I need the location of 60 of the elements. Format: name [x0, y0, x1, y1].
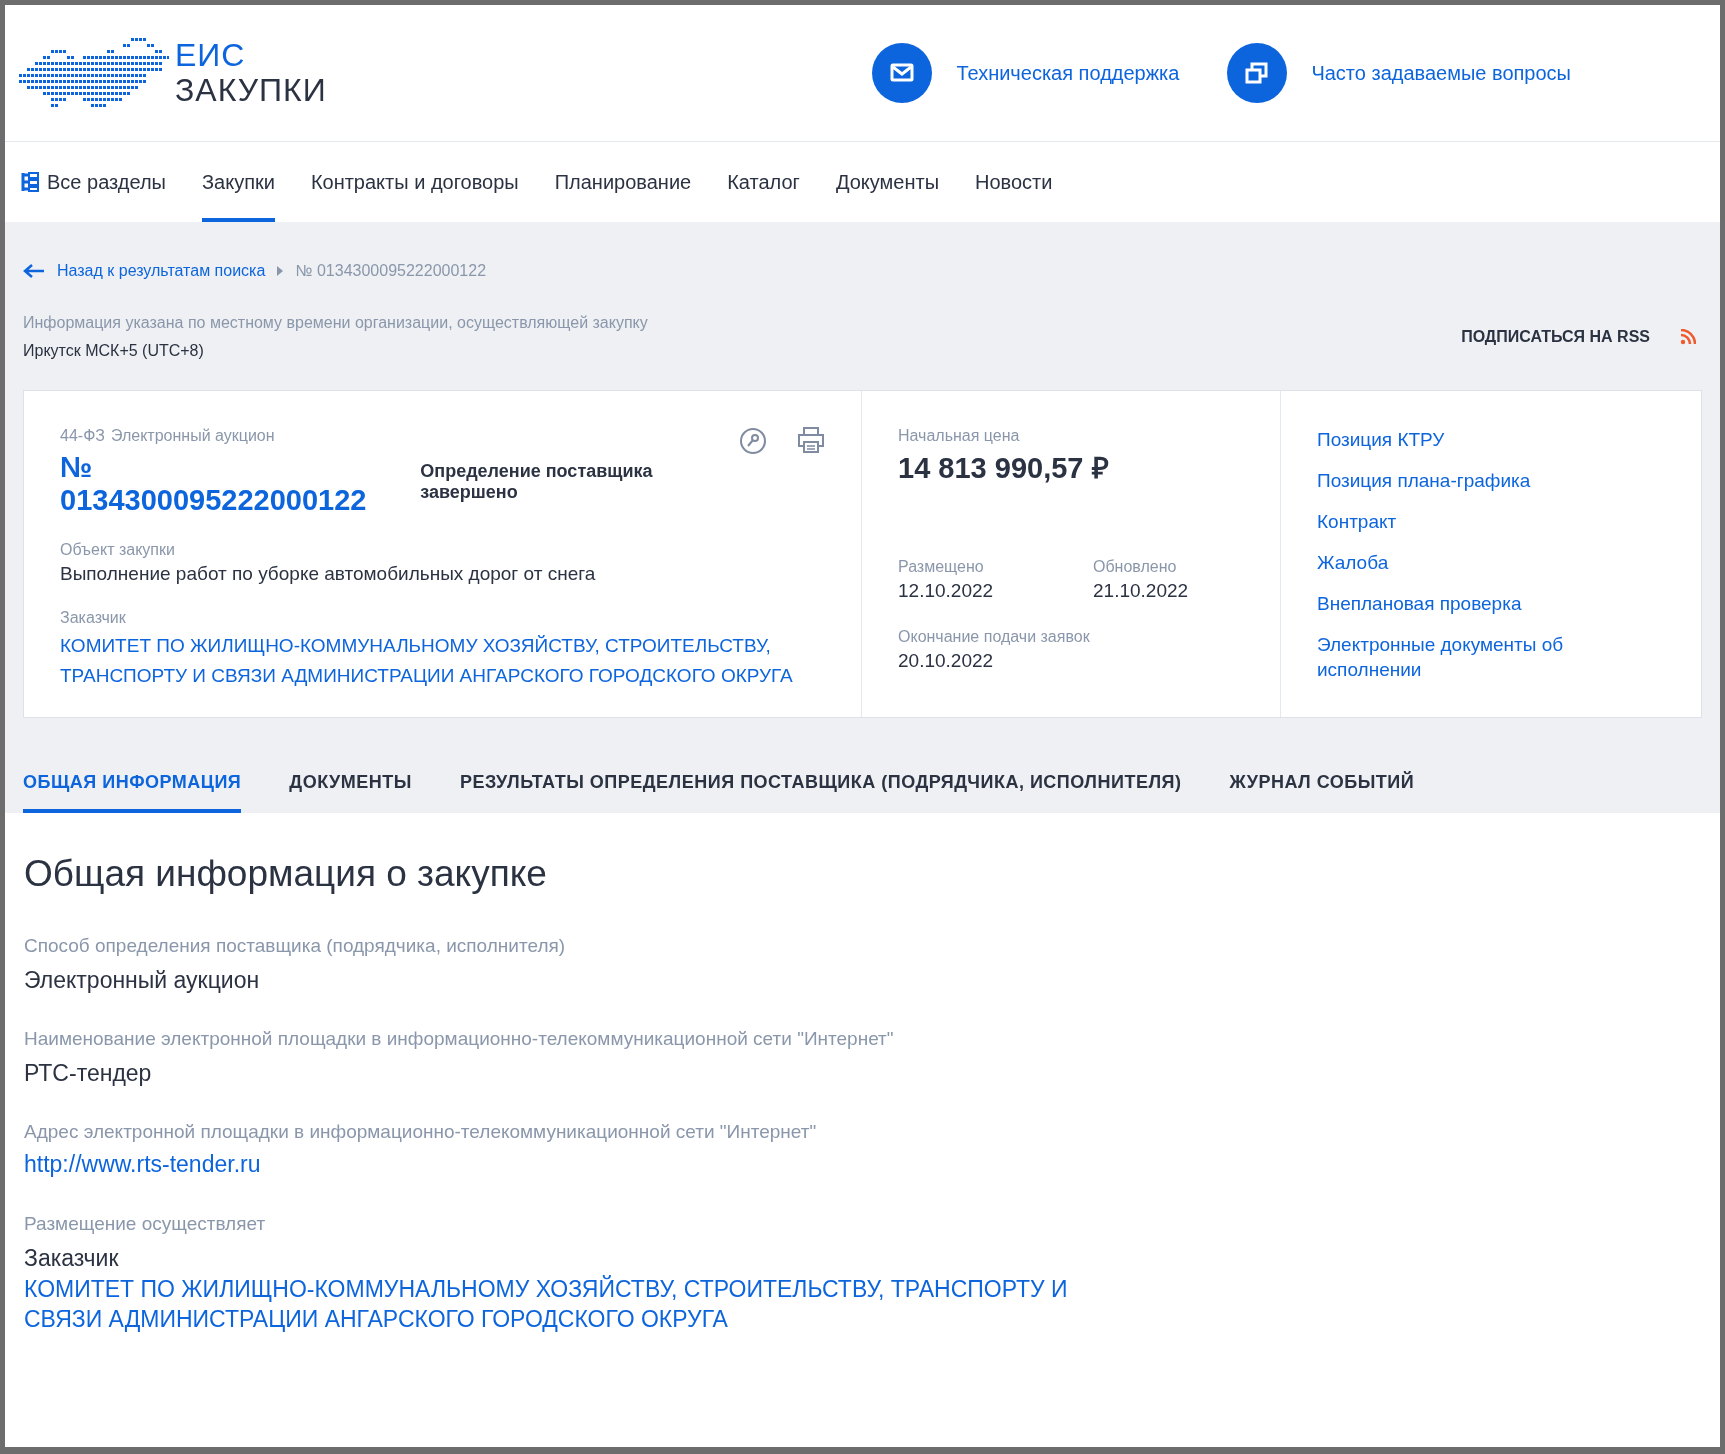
logo-title: ЕИС: [175, 37, 247, 73]
field-label: Адрес электронной площадки в информационно-телекоммуникационной сети "Интернет": [24, 1121, 818, 1143]
date-label: Окончание подачи заявок: [898, 628, 1091, 646]
date-value: 20.10.2022: [898, 650, 995, 672]
section-tab[interactable]: ЖУРНАЛ СОБЫТИЙ: [1229, 754, 1415, 813]
field-label: Заказчик: [60, 609, 127, 627]
date-label: Размещено: [898, 558, 985, 576]
nav-tab[interactable]: Документы: [835, 142, 940, 222]
field-label: Наименование электронной площадки в информационно-телекоммуникационной сети "Интернет": [24, 1028, 895, 1050]
related-link[interactable]: Электронные документы об исполнении: [1317, 632, 1665, 682]
date-value: 12.10.2022: [898, 580, 995, 602]
field-value: РТС-тендер: [24, 1060, 153, 1087]
field-link[interactable]: КОМИТЕТ ПО ЖИЛИЩНО-КОММУНАЛЬНОМУ ХОЗЯЙСТВУ, СТРОИТЕЛЬСТВУ, ТРАНСПОРТУ И СВЯЗИ АДМИНИСТРАЦИИ АНГАРСКОГО ГОРОДСКОГО ОКРУГА: [24, 1274, 1104, 1334]
related-link[interactable]: Позиция плана-графика: [1317, 468, 1665, 493]
windows-icon[interactable]: [1227, 43, 1288, 103]
header-link[interactable]: Часто задаваемые вопросы: [1311, 61, 1571, 85]
related-link[interactable]: Контракт: [1317, 509, 1665, 534]
field-label: Размещение осуществляет: [24, 1213, 267, 1235]
nav-tab[interactable]: Планирование: [554, 142, 692, 222]
timezone-value: Иркутск МСК+5 (UTC+8): [23, 342, 205, 360]
field-value: Электронный аукцион: [24, 967, 261, 994]
field-label: Объект закупки: [60, 541, 176, 559]
rss-icon[interactable]: [1680, 329, 1696, 345]
russia-map-logo-icon: [19, 36, 169, 110]
nav-tab[interactable]: Новости: [975, 142, 1053, 222]
sections-icon: [21, 172, 39, 192]
law-label: 44-ФЗ: [60, 427, 105, 445]
nav-tab[interactable]: Контракты и договоры: [310, 142, 519, 222]
procurement-object: Выполнение работ по уборке автомобильных дорог от снега: [60, 563, 597, 585]
customer-link[interactable]: КОМИТЕТ ПО ЖИЛИЩНО-КОММУНАЛЬНОМУ ХОЗЯЙСТВУ, СТРОИТЕЛЬСТВУ, ТРАНСПОРТУ И СВЯЗИ АДМИНИСТРАЦИИ АНГАРСКОГО ГОРОДСКОГО ОКРУГА: [60, 631, 825, 691]
related-link[interactable]: Внеплановая проверка: [1317, 591, 1665, 616]
envelope-icon[interactable]: [872, 43, 933, 103]
section-tab[interactable]: ДОКУМЕНТЫ: [289, 754, 412, 813]
back-link[interactable]: Назад к результатам поиска: [57, 262, 266, 280]
related-link[interactable]: Жалоба: [1317, 550, 1665, 575]
related-link[interactable]: Позиция КТРУ: [1317, 427, 1665, 452]
logo-subtitle: ЗАКУПКИ: [175, 73, 327, 109]
header-link[interactable]: Техническая поддержка: [956, 61, 1180, 85]
section-tab[interactable]: РЕЗУЛЬТАТЫ ОПРЕДЕЛЕНИЯ ПОСТАВЩИКА (ПОДРЯДЧИКА, ИСПОЛНИТЕЛЯ): [459, 754, 1182, 813]
procurement-status: Определение поставщика завершено: [420, 461, 654, 503]
procurement-method: Электронный аукцион: [110, 427, 275, 445]
nav-tab[interactable]: Каталог: [727, 142, 800, 222]
procurement-number[interactable]: № 0134300095222000122: [60, 451, 391, 517]
field-label: Способ определения поставщика (подрядчика, исполнителя): [24, 935, 567, 957]
breadcrumb-current: № 0134300095222000122: [295, 262, 487, 280]
timezone-note: Информация указана по местному времени организации, осуществляющей закупку: [23, 314, 648, 332]
back-arrow-icon[interactable]: [23, 263, 45, 279]
date-value: 21.10.2022: [1093, 580, 1190, 602]
nav-tab[interactable]: Все разделы: [21, 142, 166, 222]
date-label: Обновлено: [1093, 558, 1178, 576]
price-label: Начальная цена: [898, 427, 1021, 445]
field-value: Заказчик: [24, 1245, 120, 1272]
price-value: 14 813 990,57 ₽: [898, 451, 1110, 486]
section-tab[interactable]: ОБЩАЯ ИНФОРМАЦИЯ: [23, 754, 242, 813]
section-heading: Общая информация о закупке: [24, 853, 548, 895]
key-icon[interactable]: [739, 427, 767, 455]
field-link[interactable]: http://www.rts-tender.ru: [24, 1149, 1104, 1179]
caret-icon: [277, 266, 284, 276]
rss-subscribe-link[interactable]: ПОДПИСАТЬСЯ НА RSS: [1461, 328, 1650, 346]
print-icon[interactable]: [797, 427, 825, 453]
